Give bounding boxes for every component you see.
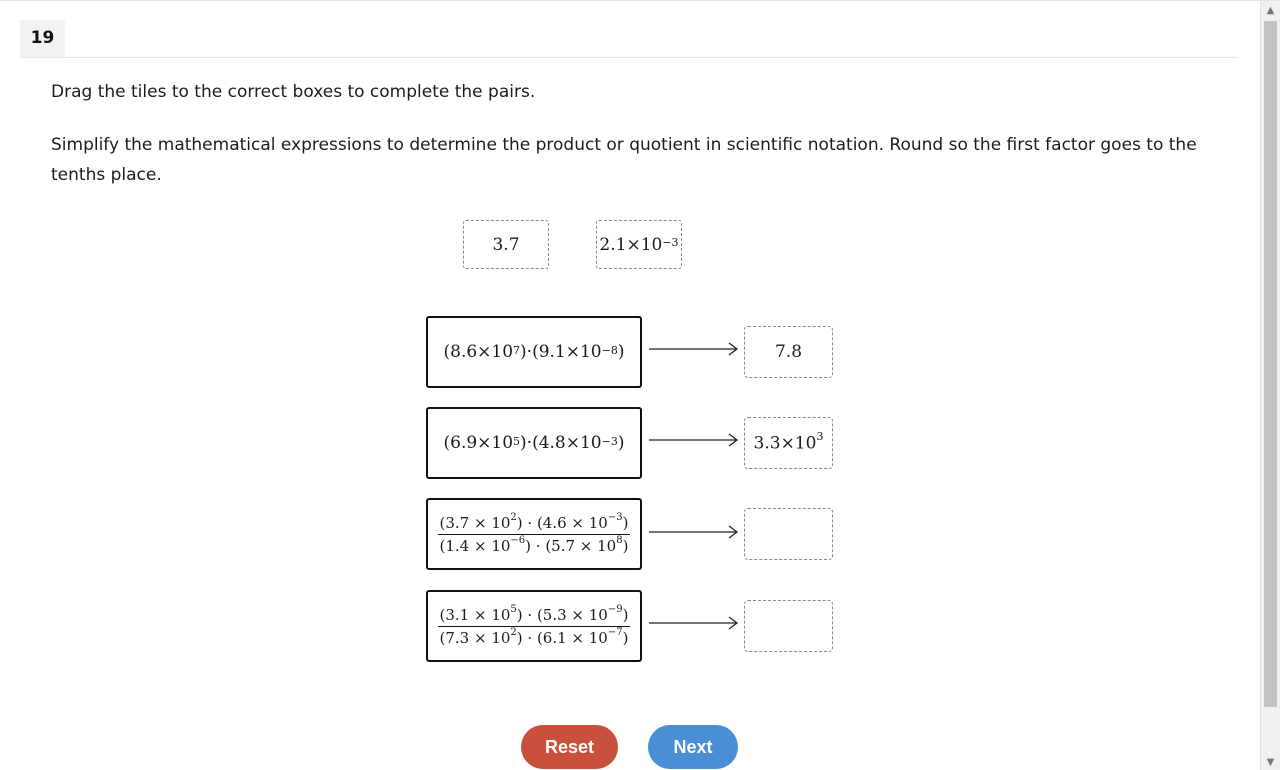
placed-tile[interactable]: 3.3×103 [754, 430, 824, 454]
expression-box: (3.7 × 102) · (4.6 × 10−3) (1.4 × 10−6) … [426, 498, 642, 570]
right-arrow-icon [649, 433, 739, 447]
question-number: 19 [20, 20, 65, 57]
answer-tile[interactable]: 2.1×10 −3 [596, 220, 682, 269]
scroll-up-arrow-icon[interactable]: ▲ [1261, 1, 1280, 19]
next-button[interactable]: Next [648, 725, 738, 769]
scrollbar-thumb[interactable] [1264, 21, 1277, 707]
drop-target[interactable]: 3.3×103 [744, 417, 833, 469]
expression-box: (3.1 × 105) · (5.3 × 10−9) (7.3 × 102) ·… [426, 590, 642, 662]
expression-box: (6.9×10 5)·(4.8×10 −3) [426, 407, 642, 479]
answer-tile[interactable]: 3.7 [463, 220, 549, 269]
scroll-down-arrow-icon[interactable]: ▼ [1261, 753, 1280, 770]
right-arrow-icon [649, 525, 739, 539]
prompt-text: Simplify the mathematical expressions to… [51, 135, 1197, 185]
placed-tile[interactable]: 7.8 [775, 342, 802, 362]
right-arrow-icon [649, 616, 739, 630]
instruction-text: Drag the tiles to the correct boxes to c… [51, 82, 536, 102]
drop-target[interactable] [744, 508, 833, 560]
header-divider [20, 57, 1238, 58]
vertical-scrollbar[interactable]: ▲ ▼ [1260, 1, 1280, 770]
expression-box: (8.6×10 7)·(9.1×10 −8) [426, 316, 642, 388]
question-page: 19 Drag the tiles to the correct boxes t… [0, 0, 1280, 770]
right-arrow-icon [649, 342, 739, 356]
drop-target[interactable]: 7.8 [744, 326, 833, 378]
reset-button[interactable]: Reset [521, 725, 618, 769]
drop-target[interactable] [744, 600, 833, 652]
